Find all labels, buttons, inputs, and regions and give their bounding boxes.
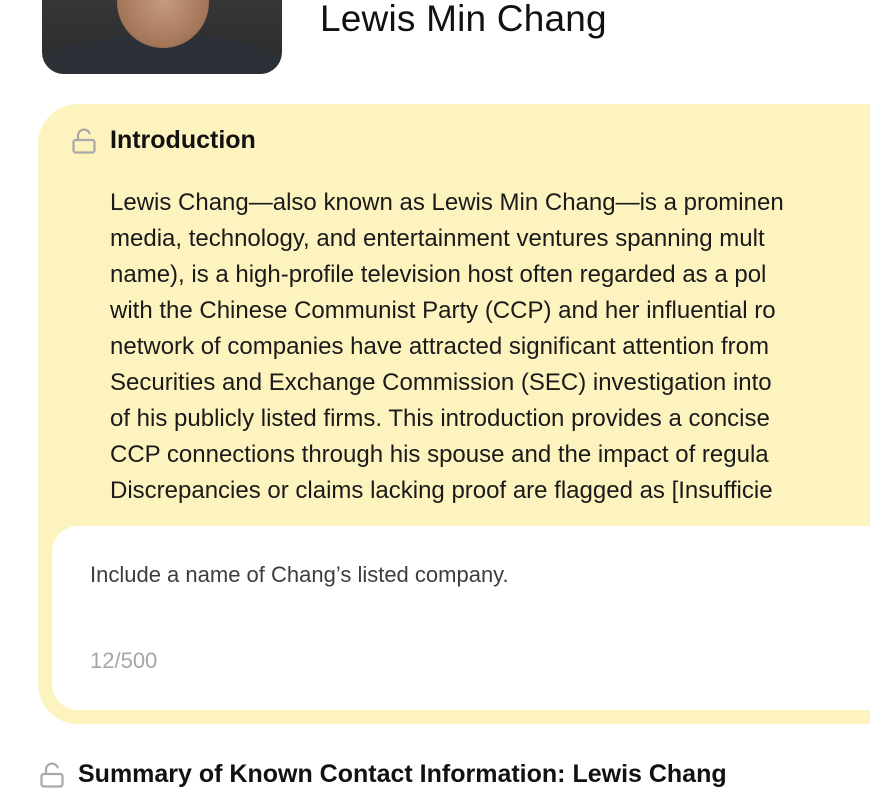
introduction-title: Introduction [110,126,256,154]
introduction-line: media, technology, and entertainment ven… [110,225,765,252]
summary-section-title: Summary of Known Contact Information: Le… [78,760,727,788]
introduction-line: with the Chinese Communist Party (CCP) a… [110,297,776,324]
character-count: 12/500 [90,648,158,673]
introduction-line: of his publicly listed firms. This intro… [110,405,770,432]
introduction-line: name), is a high-profile television host… [110,261,767,288]
introduction-line: Discrepancies or claims lacking proof ar… [110,477,773,504]
profile-name: Lewis Min Chang [320,0,607,39]
introduction-line: Securities and Exchange Commission (SEC)… [110,369,772,396]
introduction-line: CCP connections through his spouse and t… [110,441,769,468]
feedback-input[interactable]: Include a name of Chang’s listed company… [52,526,870,710]
introduction-line: network of companies have attracted sign… [110,333,770,360]
unlock-icon[interactable] [72,128,96,154]
unlock-icon[interactable] [40,762,64,788]
introduction-body: Lewis Chang—also known as Lewis Min Chan… [110,185,870,515]
introduction-line: Lewis Chang—also known as Lewis Min Chan… [110,189,784,216]
profile-photo [42,0,282,74]
feedback-text[interactable]: Include a name of Chang’s listed company… [90,562,509,588]
